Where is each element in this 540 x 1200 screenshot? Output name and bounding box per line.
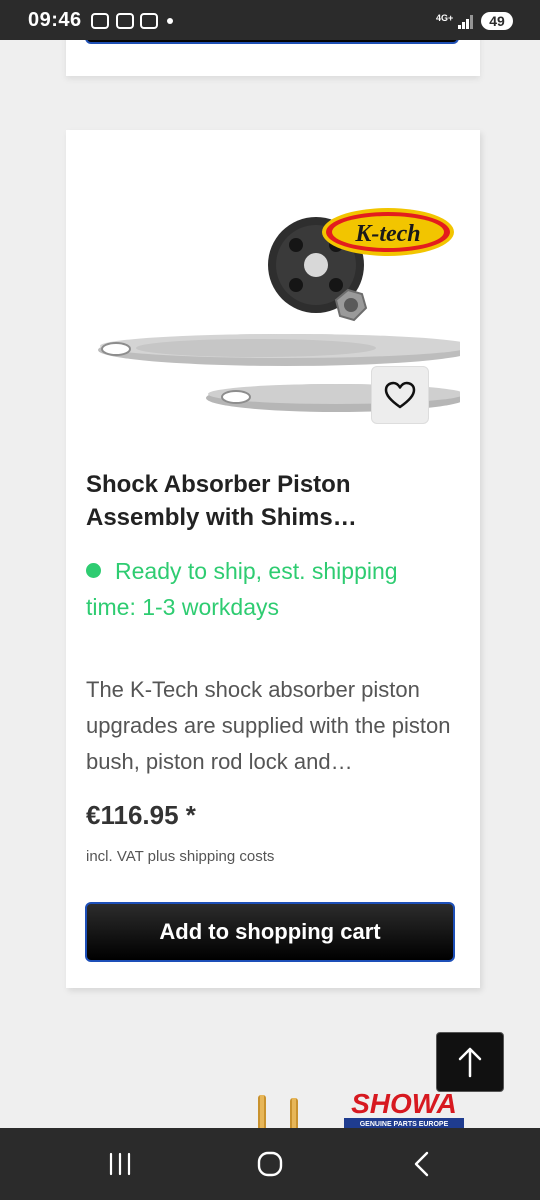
product-card: K-tech Shock Absorber Piston Assembly wi… <box>66 130 480 988</box>
back-icon <box>414 1151 429 1177</box>
brand-logo-text: K-tech <box>354 221 420 247</box>
product-title[interactable]: Shock Absorber Piston Assembly with Shim… <box>86 468 456 534</box>
screenshot-icon <box>116 13 134 29</box>
add-to-cart-button[interactable]: Add to shopping cart <box>85 902 455 962</box>
more-notifications-icon <box>167 18 173 24</box>
product-description: The K-Tech shock absorber piston upgrade… <box>86 677 451 774</box>
stock-dot-icon <box>86 563 101 579</box>
previous-add-to-cart-button[interactable] <box>85 40 459 44</box>
showa-subtext: GENUINE PARTS EUROPE <box>360 1121 449 1128</box>
back-button[interactable] <box>392 1148 452 1180</box>
stock-status: Ready to ship, est. shipping time: 1-3 w… <box>86 553 446 625</box>
product-listing: K-tech Shock Absorber Piston Assembly wi… <box>0 40 540 1128</box>
recent-apps-icon <box>109 1152 131 1176</box>
clock: 09:46 <box>28 9 82 31</box>
battery-indicator: 49 <box>481 12 513 30</box>
wishlist-button[interactable] <box>371 366 429 424</box>
system-nav-bar <box>0 1128 540 1200</box>
product-price: €116.95 * <box>86 800 196 830</box>
showa-logo-text: SHOWA <box>351 1088 457 1119</box>
home-icon <box>257 1151 283 1177</box>
previous-product-card <box>66 40 480 76</box>
heart-icon <box>384 381 416 409</box>
network-type: 4G+ <box>436 13 454 23</box>
scroll-to-top-button[interactable] <box>436 1032 504 1092</box>
stock-status-text: Ready to ship, est. shipping time: 1-3 w… <box>86 558 398 620</box>
recent-apps-button[interactable] <box>90 1148 150 1180</box>
notification-icon <box>140 13 158 29</box>
status-bar: 09:46 4G+ 49 <box>0 0 540 40</box>
home-button[interactable] <box>240 1148 300 1180</box>
vat-note: incl. VAT plus shipping costs <box>86 848 275 865</box>
signal-icon <box>458 15 474 29</box>
notification-icon <box>91 13 109 29</box>
arrow-up-icon <box>458 1047 482 1078</box>
add-to-cart-label: Add to shopping cart <box>159 919 381 944</box>
